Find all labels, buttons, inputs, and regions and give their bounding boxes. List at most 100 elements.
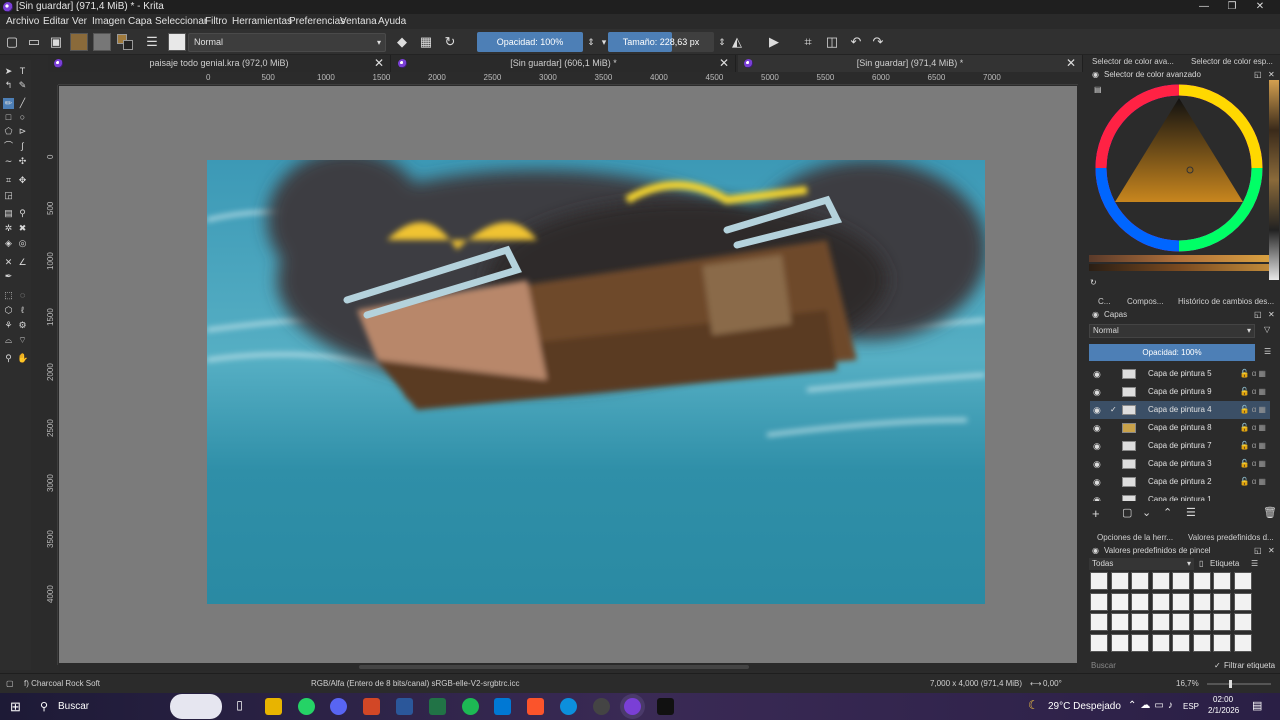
color-wheel[interactable]: [1093, 82, 1265, 254]
clock-date[interactable]: 2/1/2026: [1208, 706, 1239, 715]
size-slider[interactable]: Tamaño: 228,63 px: [608, 32, 714, 52]
lock-docker-icon[interactable]: ◉: [1092, 546, 1099, 555]
pattern-swatch[interactable]: [70, 33, 88, 51]
close-tab-icon[interactable]: ✕: [1066, 55, 1076, 72]
redo-icon[interactable]: ↷: [870, 34, 886, 50]
brush-preset-item[interactable]: [1213, 633, 1231, 652]
horizontal-scrollbar[interactable]: [59, 663, 1077, 671]
brush-preset-item[interactable]: [1090, 592, 1108, 611]
eye-icon[interactable]: ◉: [1093, 401, 1101, 419]
menu-imagen[interactable]: Imagen: [92, 16, 125, 27]
brush-preset-item[interactable]: [1172, 613, 1190, 631]
layer-row[interactable]: ◉ Capa de pintura 7 🔓α▦: [1090, 437, 1270, 455]
tab-tool-options[interactable]: Opciones de la herr...: [1097, 533, 1173, 542]
layer-row[interactable]: ◉ Capa de pintura 9 🔓α▦: [1090, 383, 1270, 401]
eraser-icon[interactable]: ◆: [394, 34, 410, 50]
zoom-tool-icon[interactable]: ⚲: [3, 353, 14, 364]
notification-icon[interactable]: ▤: [1252, 699, 1262, 712]
brush-preset-item[interactable]: [1233, 613, 1252, 631]
zoom-slider[interactable]: [1207, 680, 1271, 688]
brush-preset-item[interactable]: [1233, 633, 1252, 652]
reference-images-tool-icon[interactable]: ✒: [3, 271, 14, 282]
brush-preset-item[interactable]: [1213, 613, 1231, 631]
brush-preset-item[interactable]: [1090, 633, 1108, 652]
edit-shapes-tool-icon[interactable]: ↰: [3, 80, 14, 91]
lock-docker-icon[interactable]: ◉: [1092, 310, 1099, 319]
new-document-icon[interactable]: ▢: [4, 34, 20, 50]
menu-herramientas[interactable]: Herramientas: [232, 16, 292, 27]
multibrush-tool-icon[interactable]: ✣: [17, 156, 28, 167]
menu-ventana[interactable]: Ventana: [340, 16, 377, 27]
save-icon[interactable]: ▣: [48, 34, 64, 50]
brush-preset-item[interactable]: [1110, 613, 1129, 631]
clock-time[interactable]: 02:00: [1213, 695, 1233, 704]
layer-properties-icon[interactable]: ☰: [1186, 506, 1196, 519]
tab-compositions[interactable]: Compos...: [1127, 297, 1163, 306]
enclose-fill-tool-icon[interactable]: ◎: [17, 238, 28, 249]
taskbar-search[interactable]: Buscar: [58, 701, 89, 712]
delete-layer-icon[interactable]: 🗑: [1263, 506, 1277, 519]
windows-start-icon[interactable]: ⊞: [10, 699, 21, 715]
layer-row[interactable]: ◉ Capa de pintura 5 🔓α▦: [1090, 365, 1270, 383]
gradient-swatch[interactable]: [93, 33, 111, 51]
mail-icon[interactable]: [494, 698, 511, 715]
menu-capa[interactable]: Capa: [128, 16, 152, 27]
move-layer-up-icon[interactable]: ⌃: [1163, 506, 1172, 519]
select-shapes-tool-icon[interactable]: ➤: [3, 66, 14, 77]
layer-lock-icon[interactable]: 🔓α▦: [1240, 401, 1268, 419]
edge-icon[interactable]: [560, 698, 577, 715]
zoom-value[interactable]: 16,7%: [1176, 679, 1199, 688]
menu-filtro[interactable]: Filtro: [205, 16, 227, 27]
fill-tool-icon[interactable]: ◈: [3, 238, 14, 249]
layer-opacity-slider[interactable]: Opacidad: 100%: [1089, 344, 1255, 361]
polyline-tool-icon[interactable]: ⊳: [17, 126, 28, 137]
layer-row[interactable]: ◉ Capa de pintura 1: [1090, 491, 1270, 501]
brush-preset-item[interactable]: [1090, 572, 1108, 590]
close-tab-icon[interactable]: ✕: [719, 55, 729, 72]
layer-blend-select[interactable]: Normal ▾: [1089, 324, 1255, 338]
tab-sin-guardar-971[interactable]: [Sin guardar] (971,4 MiB) * ✕: [738, 55, 1083, 72]
weather-text[interactable]: 29°C Despejado: [1048, 701, 1121, 712]
brush-preset-item[interactable]: [1213, 592, 1231, 611]
layer-row[interactable]: ◉ Capa de pintura 8 🔓α▦: [1090, 419, 1270, 437]
brush-preset-item[interactable]: [1172, 633, 1190, 652]
assistant-tool-icon[interactable]: ✕: [3, 257, 14, 268]
menu-seleccionar[interactable]: Seleccionar: [155, 16, 207, 27]
brush-preset-thumbnail[interactable]: [168, 33, 186, 51]
search-highlight-image[interactable]: [170, 694, 222, 719]
eye-icon[interactable]: ◉: [1093, 473, 1101, 491]
bezier-tool-icon[interactable]: ⌒: [3, 141, 14, 152]
blend-mode-select[interactable]: Normal ▾: [188, 33, 386, 52]
brush-settings-icon[interactable]: ☰: [144, 34, 160, 50]
filter-tag-checkbox[interactable]: ✓: [1214, 661, 1221, 670]
brush-preset-item[interactable]: [1233, 592, 1252, 611]
tab-specific-color-selector[interactable]: Selector de color esp...: [1191, 57, 1273, 66]
freehand-select-tool-icon[interactable]: ℓ: [17, 305, 28, 316]
layer-lock-icon[interactable]: 🔓α▦: [1240, 455, 1268, 473]
tag-icon[interactable]: ▯: [1199, 559, 1203, 568]
menu-icon[interactable]: ☰: [1264, 347, 1271, 356]
recent-colors-strip[interactable]: [1269, 80, 1279, 280]
close-docker-icon[interactable]: ✕: [1268, 70, 1275, 79]
layer-lock-icon[interactable]: 🔓α▦: [1240, 437, 1268, 455]
brush-preset-item[interactable]: [1233, 572, 1252, 590]
brush-preset-item[interactable]: [1172, 592, 1190, 611]
layer-lock-icon[interactable]: 🔓α▦: [1240, 365, 1268, 383]
canvas-area[interactable]: [59, 86, 1077, 663]
mirror-horizontal-icon[interactable]: ◭: [729, 34, 745, 50]
ellipse-tool-icon[interactable]: ○: [17, 112, 28, 123]
brush-preset-item[interactable]: [1090, 613, 1108, 631]
alpha-lock-icon[interactable]: ▦: [418, 34, 434, 50]
brush-preset-item[interactable]: [1192, 613, 1211, 631]
rectangle-tool-icon[interactable]: □: [3, 112, 14, 123]
add-layer-icon[interactable]: +: [1092, 506, 1100, 521]
language-indicator[interactable]: ESP: [1183, 702, 1199, 711]
brush-preset-item[interactable]: [1110, 572, 1129, 590]
colorize-mask-tool-icon[interactable]: ✲: [3, 223, 14, 234]
whatsapp-icon[interactable]: [298, 698, 315, 715]
tab-brush-presets[interactable]: Valores predefinidos d...: [1188, 533, 1274, 542]
painting-canvas[interactable]: [207, 160, 985, 604]
transform-tool-icon[interactable]: ◲: [3, 190, 14, 201]
pan-tool-icon[interactable]: ✋: [17, 353, 28, 364]
close-tab-icon[interactable]: ✕: [374, 55, 384, 72]
